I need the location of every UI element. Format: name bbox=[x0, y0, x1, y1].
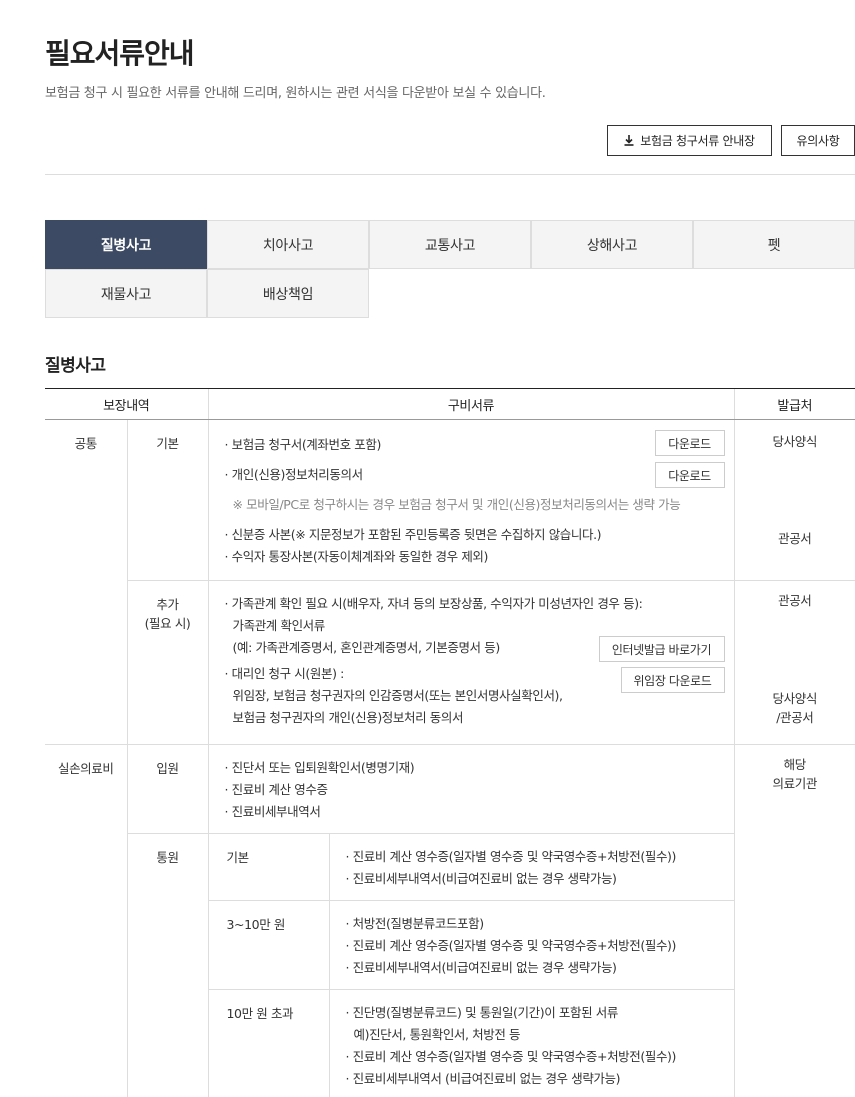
issuer-medical: 해당 의료기관 bbox=[733, 744, 855, 1097]
column-header-coverage: 보장내역 bbox=[45, 388, 208, 420]
issuer-text: 당사양식 bbox=[772, 434, 818, 449]
table-row: 실손의료비 입원 · 진단서 또는 입퇴원확인서(병명기재) · 진료비 계산 … bbox=[45, 744, 855, 1097]
list-item: · 처방전(질병분류코드포함) bbox=[345, 916, 485, 931]
consent-form-download-button[interactable]: 다운로드 bbox=[654, 462, 725, 488]
list-item: · 진료비 계산 영수증(일자별 영수증 및 약국영수증+처방전(필수)) bbox=[345, 938, 677, 953]
list-item: · 진료비 계산 영수증(일자별 영수증 및 약국영수증+처방전(필수)) bbox=[345, 849, 677, 864]
group-common: 공통 bbox=[45, 419, 127, 745]
claim-guide-download-button[interactable]: 보험금 청구서류 안내장 bbox=[607, 125, 772, 156]
documents-common-basic: · 보험금 청구서(계좌번호 포함) · 개인(신용)정보처리동의서 ※ 모바일… bbox=[207, 419, 734, 581]
issuer-text: 의료기관 bbox=[772, 776, 818, 791]
issuer-text: 관공서 bbox=[778, 531, 812, 546]
note-text: ※ 모바일/PC로 청구하시는 경우 보험금 청구서 및 개인(신용)정보처리동… bbox=[232, 497, 681, 512]
page-title: 필요서류안내 bbox=[45, 37, 195, 70]
column-header-issuer: 발급처 bbox=[733, 388, 855, 420]
list-item: 가족관계 확인서류 bbox=[232, 618, 326, 633]
documents-outpatient-3-10: · 처방전(질병분류코드포함) · 진료비 계산 영수증(일자별 영수증 및 약… bbox=[328, 900, 734, 990]
sub-category-label: 추가 bbox=[156, 597, 179, 612]
issuer-common-basic: 당사양식 관공서 bbox=[733, 419, 855, 581]
table-row: 공통 기본 · 보험금 청구서(계좌번호 포함) · 개인(신용)정보처리동의서… bbox=[45, 419, 855, 745]
list-item: · 진료비 계산 영수증 bbox=[224, 782, 329, 797]
table-row: 추가 (필요 시) · 가족관계 확인 필요 시(배우자, 자녀 등의 보장상품… bbox=[45, 580, 855, 745]
outpatient-tier-label: 10만 원 초과 bbox=[207, 989, 329, 1097]
tab-traffic[interactable]: 교통사고 bbox=[369, 220, 531, 269]
column-header-documents: 구비서류 bbox=[207, 388, 734, 420]
tab-liability[interactable]: 배상책임 bbox=[207, 269, 369, 318]
claim-guide-download-label: 보험금 청구서류 안내장 bbox=[640, 134, 755, 148]
sub-category-outpatient: 통원 bbox=[126, 833, 208, 1097]
tab-disease[interactable]: 질병사고 bbox=[45, 220, 207, 276]
outpatient-tier-label: 3~10만 원 bbox=[207, 900, 329, 990]
issuer-text: 관공서 bbox=[778, 593, 812, 608]
list-item: · 진단서 또는 입퇴원확인서(병명기재) bbox=[224, 760, 415, 775]
issuer-text: 해당 bbox=[783, 757, 807, 772]
sub-category-basic: 기본 bbox=[126, 419, 208, 581]
list-item: 보험금 청구권자의 개인(신용)정보처리 동의서 bbox=[232, 710, 464, 725]
list-item: 예)진단서, 통원확인서, 처방전 등 bbox=[353, 1027, 521, 1042]
list-item: · 진료비세부내역서(비급여진료비 없는 경우 생략가능) bbox=[345, 871, 617, 886]
group-medical: 실손의료비 bbox=[45, 744, 127, 1097]
list-item: · 진단명(질병분류코드) 및 통원일(기간)이 포함된 서류 bbox=[345, 1005, 619, 1020]
list-item: · 보험금 청구서(계좌번호 포함) bbox=[224, 437, 382, 452]
internet-issuance-link-button[interactable]: 인터넷발급 바로가기 bbox=[598, 636, 725, 662]
list-item: · 개인(신용)정보처리동의서 bbox=[224, 467, 364, 482]
list-item: · 진료비세부내역서(비급여진료비 없는 경우 생략가능) bbox=[345, 960, 617, 975]
section-title: 질병사고 bbox=[45, 356, 106, 376]
tab-property[interactable]: 재물사고 bbox=[45, 269, 207, 318]
documents-outpatient-basic: · 진료비 계산 영수증(일자별 영수증 및 약국영수증+처방전(필수)) · … bbox=[328, 833, 734, 901]
documents-common-extra: · 가족관계 확인 필요 시(배우자, 자녀 등의 보장상품, 수익자가 미성년… bbox=[207, 580, 734, 745]
documents-inpatient: · 진단서 또는 입퇴원확인서(병명기재) · 진료비 계산 영수증 · 진료비… bbox=[207, 744, 734, 834]
header-divider bbox=[45, 174, 855, 175]
sub-category-inpatient: 입원 bbox=[126, 744, 208, 834]
list-item: · 신분증 사본(※ 지문정보가 포함된 주민등록증 뒷면은 수집하지 않습니다… bbox=[224, 527, 602, 542]
tab-injury[interactable]: 상해사고 bbox=[531, 220, 693, 269]
list-item: · 진료비세부내역서 bbox=[224, 804, 321, 819]
required-documents-table: 보장내역 구비서류 발급처 공통 기본 · 보험금 청구서(계좌번호 포함) ·… bbox=[45, 388, 855, 1097]
issuer-text: /관공서 bbox=[776, 710, 814, 725]
page-description: 보험금 청구 시 필요한 서류를 안내해 드리며, 원하시는 관련 서식을 다운… bbox=[45, 86, 546, 101]
list-item: · 진료비세부내역서 (비급여진료비 없는 경우 생략가능) bbox=[345, 1071, 621, 1086]
documents-outpatient-over-10: · 진단명(질병분류코드) 및 통원일(기간)이 포함된 서류 예)진단서, 통… bbox=[328, 989, 734, 1097]
outpatient-tier-label: 기본 bbox=[207, 833, 329, 901]
sub-category-label: (필요 시) bbox=[144, 616, 191, 631]
download-icon bbox=[624, 135, 634, 146]
sub-category-extra: 추가 (필요 시) bbox=[126, 580, 208, 745]
notice-button[interactable]: 유의사항 bbox=[781, 125, 855, 156]
tab-dental[interactable]: 치아사고 bbox=[207, 220, 369, 269]
list-item: · 수익자 통장사본(자동이체계좌와 동일한 경우 제외) bbox=[224, 549, 489, 564]
issuer-text: 당사양식 bbox=[772, 691, 818, 706]
claim-form-download-button[interactable]: 다운로드 bbox=[654, 430, 725, 456]
list-item: · 가족관계 확인 필요 시(배우자, 자녀 등의 보장상품, 수익자가 미성년… bbox=[224, 596, 643, 611]
list-item: · 진료비 계산 영수증(일자별 영수증 및 약국영수증+처방전(필수)) bbox=[345, 1049, 677, 1064]
power-of-attorney-download-button[interactable]: 위임장 다운로드 bbox=[620, 667, 725, 693]
issuer-common-extra: 관공서 당사양식 /관공서 bbox=[733, 580, 855, 745]
tab-pet[interactable]: 펫 bbox=[693, 220, 855, 269]
